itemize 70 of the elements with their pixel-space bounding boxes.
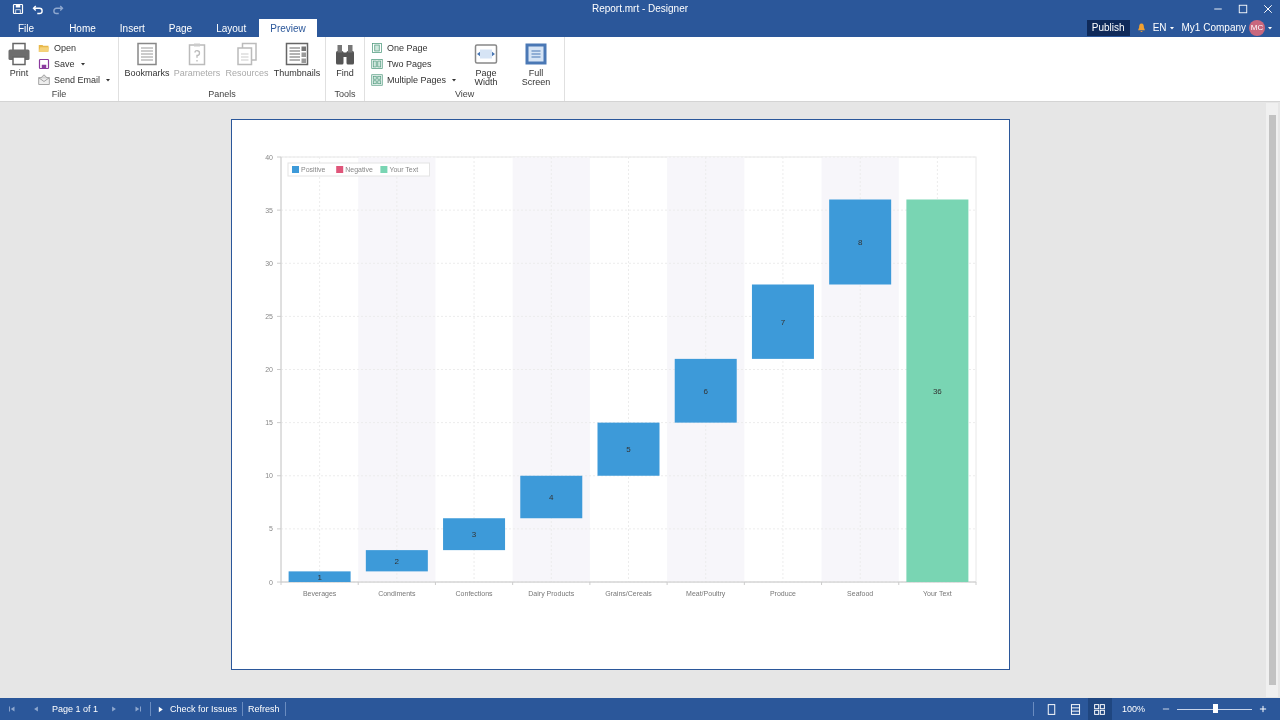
- caret-icon: [450, 76, 459, 84]
- group-label: Panels: [207, 89, 237, 101]
- data-label: 2: [394, 556, 400, 566]
- account-menu[interactable]: My1 Company MC: [1181, 19, 1274, 36]
- ribbon-tab[interactable]: Home: [58, 19, 107, 37]
- ribbon-tab[interactable]: Layout: [205, 19, 258, 37]
- ribbon-button[interactable]: Send Email: [36, 73, 115, 87]
- status-button[interactable]: Check for Issues: [151, 698, 243, 720]
- data-label: 5: [626, 445, 631, 455]
- zoom-percent: 100%: [1121, 704, 1145, 714]
- plus-icon: [1258, 704, 1268, 714]
- printer-icon: [7, 42, 31, 66]
- monitor-icon: [524, 42, 549, 66]
- ribbon-button[interactable]: Full Screen: [512, 40, 561, 89]
- save-icon: [12, 3, 24, 15]
- ribbon-button[interactable]: Open: [36, 41, 115, 55]
- status-button[interactable]: Refresh: [243, 698, 285, 720]
- group-label: File: [50, 89, 68, 101]
- ribbon-button[interactable]: Thumbnails: [273, 40, 322, 89]
- publish-button[interactable]: Publish: [1086, 19, 1130, 36]
- close-icon: [1261, 3, 1274, 15]
- avatar: MC: [1249, 19, 1265, 36]
- document-icon: [135, 42, 160, 66]
- page-indicator: Page 1 of 1: [51, 704, 100, 714]
- documents-icon: [235, 42, 260, 66]
- ribbon-button[interactable]: Multiple Pages: [369, 73, 461, 87]
- ribbon-button[interactable]: Page Width: [462, 40, 511, 89]
- ribbon-button[interactable]: Print: [4, 40, 34, 89]
- envelope-icon: [38, 74, 50, 86]
- ribbon-tab[interactable]: Insert: [108, 19, 156, 37]
- save-icon: [38, 58, 50, 70]
- data-label: 7: [780, 317, 786, 327]
- first-page-icon: [7, 704, 17, 714]
- ribbon-button[interactable]: Find: [330, 40, 361, 89]
- pages-grid-icon: [371, 74, 384, 86]
- last-page-icon: [133, 704, 144, 714]
- data-label: 4: [549, 493, 554, 502]
- two-pages-icon: [371, 58, 384, 70]
- maximize-icon: [1236, 3, 1249, 15]
- window-title: Report.mrt - Designer: [591, 3, 689, 14]
- thumbnails-icon: [285, 42, 310, 66]
- slider-thumb[interactable]: [1212, 703, 1218, 713]
- data-label: 36: [932, 386, 942, 396]
- page-width-icon: [474, 42, 499, 66]
- redo-icon: [52, 3, 64, 15]
- data-label: 3: [471, 530, 477, 540]
- continuous-pages-icon: [1069, 702, 1083, 716]
- data-label: 8: [857, 238, 863, 247]
- page-icon: [371, 42, 384, 54]
- ribbon-button[interactable]: Save: [36, 57, 115, 71]
- language-dropdown[interactable]: EN: [1152, 22, 1176, 33]
- bell-icon: [1135, 22, 1147, 33]
- caret-icon: [78, 60, 87, 68]
- data-label: 6: [703, 386, 708, 396]
- ribbon-tab[interactable]: Preview: [259, 19, 317, 37]
- ribbon-button[interactable]: Two Pages: [369, 57, 461, 71]
- group-label: Tools: [333, 89, 357, 101]
- view-mode-button[interactable]: [1087, 698, 1112, 720]
- undo-icon: [32, 3, 44, 15]
- play-icon: [156, 704, 166, 714]
- scrollbar[interactable]: [1266, 103, 1278, 697]
- caret-icon: [104, 76, 113, 84]
- ribbon-button[interactable]: Bookmarks: [123, 40, 172, 89]
- ribbon-tab[interactable]: File: [0, 19, 53, 37]
- ribbon-tab[interactable]: Page: [157, 19, 204, 37]
- data-label: 1: [317, 572, 322, 582]
- folder-icon: [38, 42, 50, 54]
- multiple-pages-icon: [1093, 702, 1107, 716]
- group-label: View: [453, 89, 476, 101]
- ribbon-button[interactable]: One Page: [369, 41, 461, 55]
